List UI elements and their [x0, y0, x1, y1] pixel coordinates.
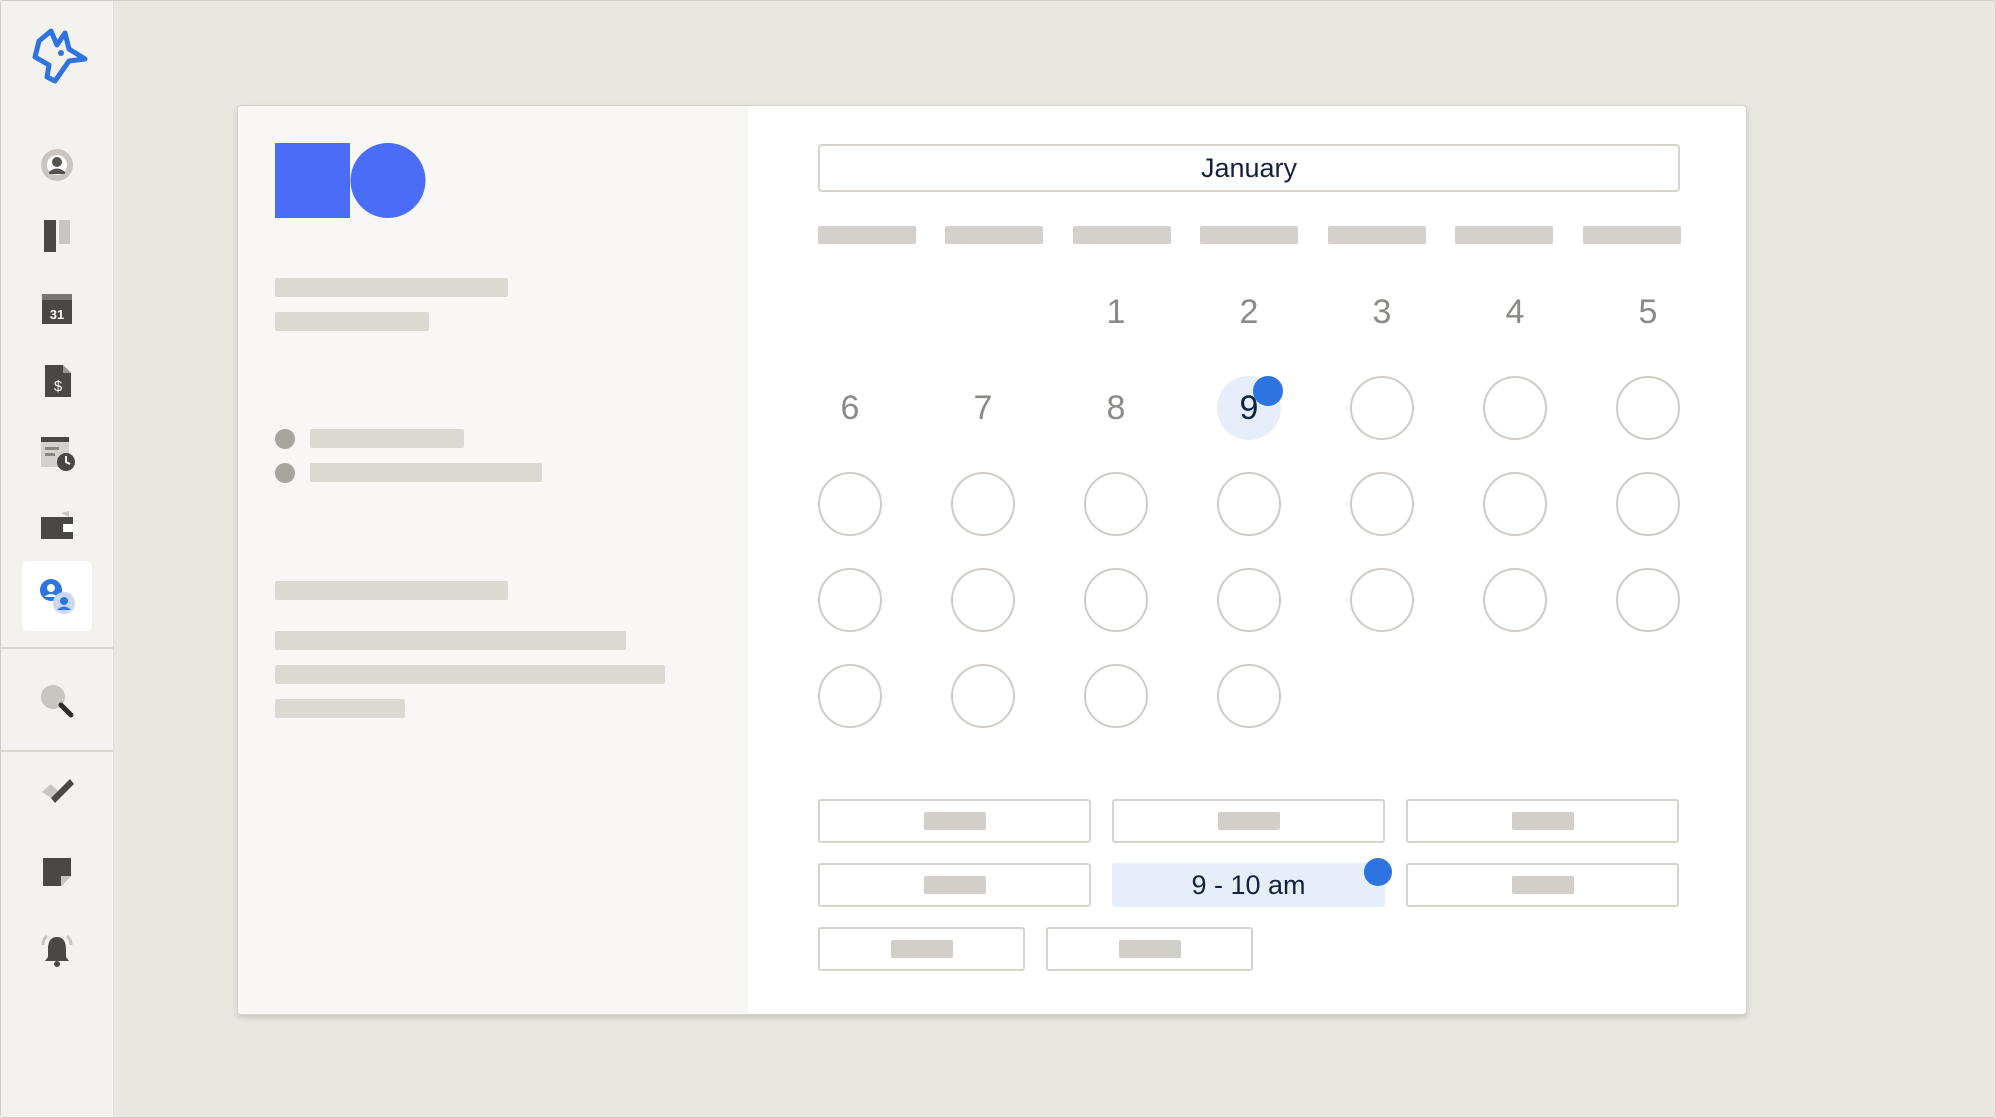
- nav-item-notifications[interactable]: [22, 916, 92, 986]
- day-cell-empty[interactable]: [1616, 376, 1680, 440]
- time-slot-placeholder: [1118, 940, 1181, 958]
- kanban-icon: [44, 220, 70, 252]
- nav-item-search[interactable]: [22, 666, 92, 736]
- time-slot[interactable]: [818, 799, 1091, 843]
- day-cell-empty[interactable]: [1483, 376, 1547, 440]
- day-cell[interactable]: 8: [1084, 376, 1148, 440]
- time-slot-placeholder: [1217, 812, 1280, 830]
- title-placeholder: [275, 278, 508, 297]
- notifications-icon: [41, 934, 73, 967]
- brand-logo: [275, 143, 427, 224]
- svg-text:$: $: [54, 378, 63, 395]
- day-cell[interactable]: 6: [818, 376, 882, 440]
- detail-bullet: [275, 463, 295, 483]
- nav-item-calendar[interactable]: 31: [22, 274, 92, 344]
- time-slot[interactable]: [818, 927, 1025, 971]
- day-cell-empty[interactable]: [1217, 664, 1281, 728]
- time-slot-placeholder: [923, 812, 986, 830]
- day-cell-empty[interactable]: [818, 664, 882, 728]
- weekday-label: [1455, 226, 1553, 244]
- day-cell-empty[interactable]: [1350, 472, 1414, 536]
- day-cell-empty[interactable]: [1217, 472, 1281, 536]
- sidebar: 31 $: [1, 1, 114, 1117]
- day-cell-empty[interactable]: [818, 472, 882, 536]
- day-cell-empty[interactable]: [1350, 376, 1414, 440]
- day-cell-empty[interactable]: [1084, 664, 1148, 728]
- weekday-label: [1200, 226, 1298, 244]
- svg-text:31: 31: [50, 307, 64, 322]
- day-cell-empty[interactable]: [1084, 568, 1148, 632]
- day-cell[interactable]: 4: [1483, 280, 1547, 344]
- weekday-label: [945, 226, 1043, 244]
- sidebar-divider: [1, 647, 113, 649]
- time-slot[interactable]: [1406, 799, 1679, 843]
- day-cell-empty[interactable]: [951, 472, 1015, 536]
- nav-item-expenses[interactable]: [22, 490, 92, 560]
- day-cell-empty[interactable]: [1483, 472, 1547, 536]
- time-slot-placeholder: [890, 940, 953, 958]
- weekday-label: [1073, 226, 1171, 244]
- user-icon: [41, 149, 73, 181]
- calendar-icon: 31: [42, 294, 72, 324]
- day-cell-empty[interactable]: [818, 568, 882, 632]
- time-slot[interactable]: [1112, 799, 1385, 843]
- day-cell[interactable]: 5: [1616, 280, 1680, 344]
- wallet-icon: [41, 511, 73, 539]
- description-placeholder: [275, 699, 405, 718]
- time-slot[interactable]: [818, 863, 1091, 907]
- day-cell[interactable]: 2: [1217, 280, 1281, 344]
- booking-card: January 1 2 3 4 5 6 7 8 9 9 - 10 am: [237, 105, 1747, 1015]
- tasks-icon: [42, 779, 74, 803]
- day-cell-empty[interactable]: [1084, 472, 1148, 536]
- detail-placeholder: [310, 463, 542, 482]
- day-cell-empty[interactable]: [951, 664, 1015, 728]
- time-slot[interactable]: [1406, 863, 1679, 907]
- search-icon: [41, 685, 74, 718]
- time-slot[interactable]: [1046, 927, 1253, 971]
- selected-day-indicator: [1253, 376, 1283, 406]
- detail-bullet: [275, 429, 295, 449]
- day-cell-empty[interactable]: [1616, 472, 1680, 536]
- nav-item-tasks[interactable]: [22, 757, 92, 827]
- time-slot-placeholder: [1511, 876, 1574, 894]
- weekday-label: [1328, 226, 1426, 244]
- day-cell-empty[interactable]: [1350, 568, 1414, 632]
- day-cell-empty[interactable]: [1217, 568, 1281, 632]
- description-placeholder: [275, 665, 665, 684]
- day-cell[interactable]: 1: [1084, 280, 1148, 344]
- subtitle-placeholder: [275, 312, 429, 331]
- timesheet-icon: [41, 437, 75, 471]
- time-slot-placeholder: [1511, 812, 1574, 830]
- selected-slot-indicator: [1364, 858, 1392, 886]
- sidebar-divider: [1, 750, 113, 752]
- day-cell-empty[interactable]: [1483, 568, 1547, 632]
- nav-item-scheduling[interactable]: [22, 561, 92, 631]
- day-cell-empty[interactable]: [1616, 568, 1680, 632]
- day-cell-empty[interactable]: [951, 568, 1015, 632]
- scheduling-icon: [40, 579, 75, 614]
- section-heading-placeholder: [275, 581, 508, 600]
- nav-item-notes[interactable]: [22, 837, 92, 907]
- day-cell[interactable]: 7: [951, 376, 1015, 440]
- nav-item-timesheets[interactable]: [22, 418, 92, 488]
- day-cell[interactable]: 3: [1350, 280, 1414, 344]
- nav-item-invoices[interactable]: $: [22, 346, 92, 416]
- time-slot-selected[interactable]: 9 - 10 am: [1112, 863, 1385, 907]
- nav-item-projects[interactable]: [22, 201, 92, 271]
- weekday-label: [1583, 226, 1681, 244]
- booking-details-panel: [238, 106, 748, 1014]
- invoice-icon: $: [45, 365, 71, 397]
- weekday-label: [818, 226, 916, 244]
- detail-placeholder: [310, 429, 464, 448]
- month-title[interactable]: January: [818, 144, 1680, 192]
- nav-item-profile[interactable]: [22, 130, 92, 200]
- time-slot-placeholder: [923, 876, 986, 894]
- description-placeholder: [275, 631, 626, 650]
- bird-logo-icon[interactable]: [29, 27, 89, 87]
- notes-icon: [43, 858, 71, 886]
